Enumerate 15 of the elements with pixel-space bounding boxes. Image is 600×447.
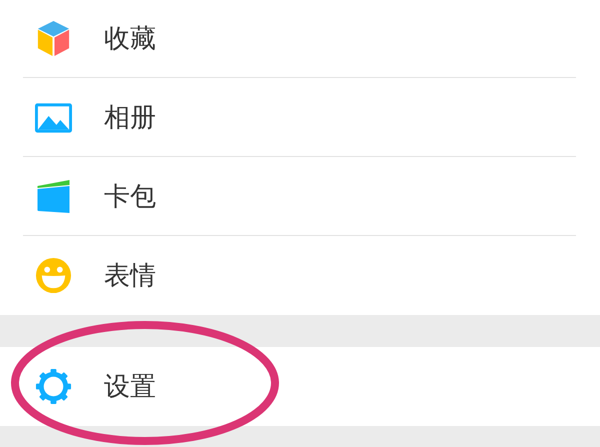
menu-item[interactable]: 收藏 (0, 0, 600, 78)
menu-item[interactable]: 卡包 (0, 157, 600, 236)
menu-item[interactable]: 相册 (0, 78, 600, 157)
picture-frame-icon (35, 102, 72, 132)
cube-icon (35, 20, 72, 57)
menu-item[interactable]: 表情 (0, 236, 600, 315)
menu-item-label: 设置 (104, 371, 156, 404)
wallet-icon (35, 180, 72, 213)
menu-item-label: 表情 (104, 260, 156, 293)
menu-item-label: 卡包 (104, 181, 156, 214)
smiley-icon (35, 257, 72, 294)
settings-icon (35, 368, 72, 405)
menu-item-label: 收藏 (104, 23, 156, 56)
menu-item[interactable]: 设置 (0, 347, 600, 426)
menu-item-label: 相册 (104, 102, 156, 135)
